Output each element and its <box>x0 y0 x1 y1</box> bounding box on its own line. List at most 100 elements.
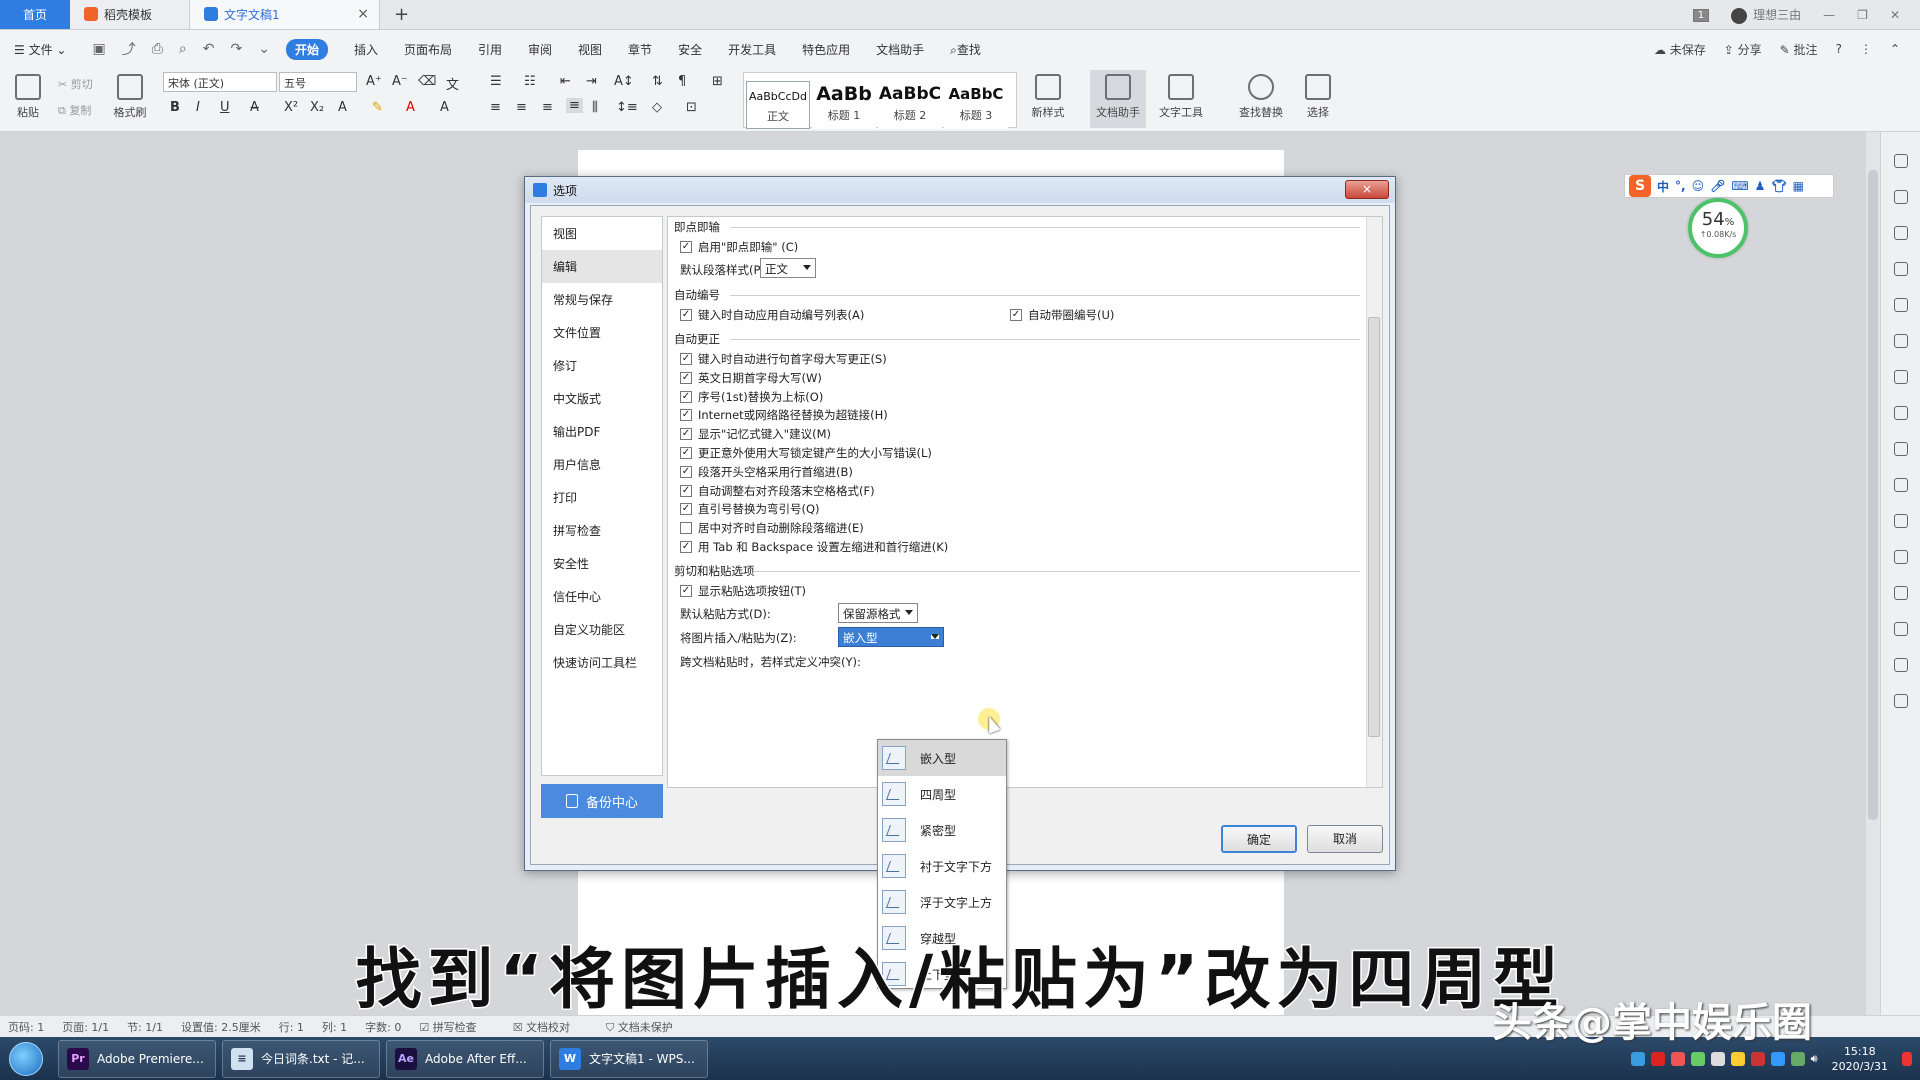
checkbox-autocorrect-item[interactable]: ✓ 更正意外使用大写锁定键产生的大小写错误(L) <box>680 445 932 461</box>
customize-qa-icon[interactable]: ⌄ <box>258 41 270 57</box>
nav-revision[interactable]: 修订 <box>542 349 662 382</box>
nav-chinese-layout[interactable]: 中文版式 <box>542 382 662 415</box>
toolbox-icon[interactable]: ▦ <box>1793 179 1804 193</box>
history-icon[interactable] <box>1893 658 1908 672</box>
print-preview-icon[interactable]: ⌕ <box>179 41 187 57</box>
option-in-front-text[interactable]: 浮于文字上方 <box>878 884 1006 920</box>
option-behind-text[interactable]: 衬于文字下方 <box>878 848 1006 884</box>
clear-format-icon[interactable]: ⌫ <box>418 74 436 89</box>
shading-icon[interactable]: ◇ <box>652 100 662 115</box>
chart-icon[interactable] <box>1893 370 1908 384</box>
default-paste-select[interactable]: 保留源格式 <box>838 603 918 623</box>
close-window-icon[interactable]: ✕ <box>1890 8 1900 22</box>
justify-icon[interactable]: ≡ <box>566 98 583 113</box>
shapes-icon[interactable] <box>1893 262 1908 276</box>
default-para-select[interactable]: 正文 <box>760 258 816 278</box>
style-heading3[interactable]: AaBbC 标题 3 <box>944 81 1008 129</box>
font-family-select[interactable]: 宋体 (正文) <box>163 72 277 92</box>
increase-indent-icon[interactable]: ⇥ <box>586 74 597 89</box>
table-icon[interactable]: ⊞ <box>712 74 723 89</box>
nav-spell-check[interactable]: 拼写检查 <box>542 514 662 547</box>
translate-icon[interactable] <box>1893 514 1908 528</box>
bold-icon[interactable]: B <box>170 100 180 115</box>
pen-icon[interactable] <box>1893 154 1908 168</box>
network-speed-widget[interactable]: 54% ↑0.08K/s <box>1688 198 1748 258</box>
superscript-icon[interactable]: X² <box>284 100 298 115</box>
share-icon[interactable] <box>1893 478 1908 492</box>
increase-font-icon[interactable]: A⁺ <box>366 74 382 89</box>
menu-file[interactable]: ☰ 文件 ⌄ <box>14 41 66 58</box>
minimize-icon[interactable]: — <box>1823 8 1835 22</box>
tab-close-icon[interactable]: × <box>357 6 369 22</box>
menu-page-layout[interactable]: 页面布局 <box>404 41 452 58</box>
decrease-font-icon[interactable]: A⁻ <box>392 74 408 89</box>
panel-scroll-thumb[interactable] <box>1368 317 1380 737</box>
tray-app-icon[interactable] <box>1690 1051 1705 1066</box>
nav-edit[interactable]: 编辑 <box>542 250 662 283</box>
comment-button[interactable]: ✎ 批注 <box>1780 41 1818 58</box>
text-tools-button[interactable]: 文字工具 <box>1152 74 1210 120</box>
doc-assistant-button[interactable]: 文档助手 <box>1090 70 1146 128</box>
shield-icon[interactable] <box>1893 622 1908 636</box>
tray-app-icon[interactable] <box>1650 1051 1665 1066</box>
skin-icon[interactable]: 👕︎ <box>1771 179 1786 193</box>
checkbox-autocorrect-item[interactable]: ✓ Internet或网络路径替换为超链接(H) <box>680 407 888 423</box>
settings-sliders-icon[interactable] <box>1893 406 1908 420</box>
export-icon[interactable]: ⤴ <box>122 39 136 59</box>
pinyin-icon[interactable]: 文 <box>446 74 459 93</box>
text-direction-icon[interactable]: A↕ <box>614 74 634 89</box>
nav-user-info[interactable]: 用户信息 <box>542 448 662 481</box>
tray-app-icon[interactable] <box>1670 1051 1685 1066</box>
checkbox-autocorrect-item[interactable]: 居中对齐时自动删除段落缩进(E) <box>680 520 864 536</box>
checkbox-click-type[interactable]: ✓ 启用"即点即输" (C) <box>680 239 798 255</box>
menu-search[interactable]: ⌕查找 <box>950 41 981 58</box>
align-center-icon[interactable]: ≡ <box>516 100 527 115</box>
nav-export-pdf[interactable]: 输出PDF <box>542 415 662 448</box>
checkbox-autocorrect-item[interactable]: ✓ 英文日期首字母大写(W) <box>680 370 822 386</box>
menu-developer[interactable]: 开发工具 <box>728 41 776 58</box>
cancel-button[interactable]: 取消 <box>1307 825 1383 853</box>
volume-icon[interactable]: 🔊︎ <box>1811 1052 1818 1066</box>
more-icon[interactable]: ⋮ <box>1860 42 1872 56</box>
font-color-icon[interactable]: A <box>406 100 415 115</box>
menu-security[interactable]: 安全 <box>678 41 702 58</box>
redo-icon[interactable]: ↷ <box>230 41 242 57</box>
insert-picture-select[interactable]: 嵌入型 <box>838 627 944 647</box>
cursor-icon[interactable] <box>1893 190 1908 204</box>
backup-center-button[interactable]: 备份中心 <box>541 784 663 818</box>
show-marks-icon[interactable]: ¶ <box>678 74 686 89</box>
strikethrough-icon[interactable]: A̶ <box>250 100 259 115</box>
style-heading1[interactable]: AaBb 标题 1 <box>812 81 876 129</box>
checkbox-autocorrect-item[interactable]: ✓ 自动调整右对齐段落末空格格式(F) <box>680 483 875 499</box>
dialog-close-button[interactable]: × <box>1345 180 1389 199</box>
nav-trust-center[interactable]: 信任中心 <box>542 580 662 613</box>
menu-view[interactable]: 视图 <box>578 41 602 58</box>
collapse-ribbon-icon[interactable]: ⌃ <box>1890 42 1900 56</box>
print-icon[interactable]: ⎙ <box>152 41 163 57</box>
taskbar-app[interactable]: Pr Adobe Premiere... <box>58 1039 216 1078</box>
nav-general-save[interactable]: 常规与保存 <box>542 283 662 316</box>
tray-app-icon[interactable] <box>1730 1051 1745 1066</box>
nav-view[interactable]: 视图 <box>542 217 662 250</box>
save-icon[interactable]: ▣ <box>92 41 105 57</box>
clock[interactable]: 15:18 2020/3/31 <box>1832 1044 1888 1074</box>
char-shading-icon[interactable]: A <box>440 100 449 115</box>
new-tab-icon[interactable]: + <box>394 0 409 29</box>
menu-special-apps[interactable]: 特色应用 <box>802 41 850 58</box>
subscript-icon[interactable]: X₂ <box>310 100 324 115</box>
checkbox-autocorrect-item[interactable]: ✓ 段落开头空格采用行首缩进(B) <box>680 464 853 480</box>
checkbox-show-paste-btn[interactable]: ✓ 显示粘贴选项按钮(T) <box>680 583 806 599</box>
ime-punct[interactable]: °, <box>1675 179 1686 193</box>
menu-insert[interactable]: 插入 <box>354 41 378 58</box>
new-style-button[interactable]: 新样式 <box>1024 74 1072 120</box>
menu-references[interactable]: 引用 <box>478 41 502 58</box>
help-circle-icon[interactable] <box>1893 694 1908 708</box>
line-spacing-icon[interactable]: ↕≡ <box>616 100 638 115</box>
document-icon[interactable] <box>1893 442 1908 456</box>
align-right-icon[interactable]: ≡ <box>542 100 553 115</box>
format-painter-button[interactable]: 格式刷 <box>110 74 150 120</box>
dialog-titlebar[interactable]: 选项 <box>525 177 1395 203</box>
user-account[interactable]: 理想三由 <box>1731 6 1801 24</box>
help-icon[interactable]: ? <box>1836 42 1842 56</box>
sort-icon[interactable]: ⇅ <box>652 74 663 89</box>
